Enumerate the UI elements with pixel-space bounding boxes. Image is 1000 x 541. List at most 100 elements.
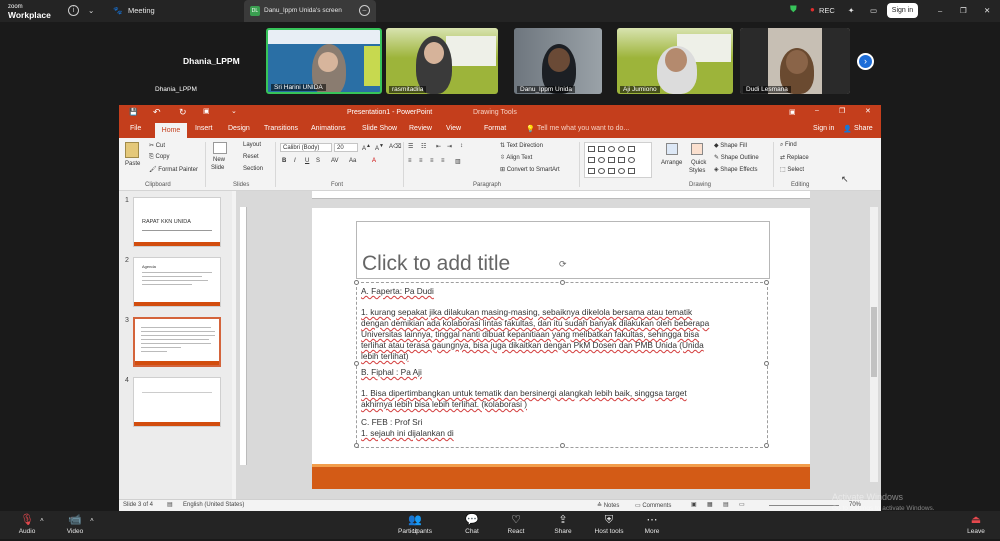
bold-icon[interactable]: B [282, 158, 286, 164]
find-button[interactable]: ⌕ Find [780, 142, 797, 149]
spellcheck-icon[interactable]: ▤ [167, 501, 173, 508]
arrange-icon[interactable] [666, 143, 678, 155]
align-right-icon[interactable]: ≡ [430, 158, 434, 164]
cut-button[interactable]: ✂ Cut [149, 142, 165, 149]
participants-button[interactable]: 👥10 Participants [395, 514, 435, 535]
align-left-icon[interactable]: ≡ [408, 158, 412, 164]
slide-thumbnail-selected[interactable] [133, 317, 221, 367]
columns-icon[interactable]: ▥ [455, 158, 461, 165]
ribbon-display-icon[interactable]: ▣ [789, 108, 796, 116]
stop-view-icon[interactable]: – [359, 5, 370, 16]
align-text-button[interactable]: ⇳ Align Text [500, 154, 532, 161]
decrease-indent-icon[interactable]: ⇤ [436, 143, 441, 150]
tab-slide-show[interactable]: Slide Show [362, 125, 397, 132]
chevron-down-icon[interactable]: ⌄ [88, 6, 94, 15]
magic-icon[interactable]: ✦ [848, 6, 854, 15]
slide-thumbnail[interactable]: RAPAT KKN UNIDA [133, 197, 221, 247]
participant-tile[interactable]: rasmitadila [386, 28, 498, 94]
slide-thumbnail[interactable] [133, 377, 221, 427]
line-spacing-icon[interactable]: ↕ [460, 143, 463, 149]
sign-in-button[interactable]: Sign in [887, 3, 918, 18]
paste-icon[interactable] [125, 142, 139, 158]
ppt-close-icon[interactable]: ✕ [865, 107, 871, 115]
redo-icon[interactable]: ↻ [179, 107, 187, 118]
shield-icon[interactable]: ⛊ [790, 4, 797, 15]
change-case-icon[interactable]: Aa [349, 158, 356, 164]
content-textbox[interactable]: A. Faperta: Pa Dudi 1. kurang sepakat ji… [354, 280, 769, 448]
rec-label[interactable]: REC [819, 6, 835, 15]
new-slide-label-1[interactable]: New [213, 157, 225, 163]
leave-button[interactable]: ⏏ Leave [963, 514, 989, 535]
ppt-restore-icon[interactable]: ❐ [839, 107, 845, 115]
chat-button[interactable]: 💬 Chat [460, 514, 484, 535]
replace-button[interactable]: ⇄ Replace [780, 154, 809, 161]
ppt-minimize-icon[interactable]: – [815, 107, 819, 114]
participant-tile[interactable]: Danu_lppm Unida [514, 28, 602, 94]
video-button[interactable]: 📹 Video [62, 514, 88, 535]
info-icon[interactable]: i [68, 5, 79, 16]
language-label[interactable]: English (United States) [183, 502, 244, 508]
react-button[interactable]: ♡ React [503, 514, 529, 535]
slide-thumbnail[interactable]: Agenda [133, 257, 221, 307]
shape-outline-button[interactable]: ✎ Shape Outline [714, 154, 759, 161]
notes-button[interactable]: ≙ Notes [597, 502, 619, 509]
copy-button[interactable]: ⎘ Copy [149, 154, 170, 161]
next-page-chevron-icon[interactable]: › [857, 53, 874, 70]
tab-review[interactable]: Review [409, 125, 432, 132]
audio-options-chevron-icon[interactable]: ˄ [40, 517, 44, 524]
numbering-icon[interactable]: ☷ [421, 143, 426, 150]
strikethrough-icon[interactable]: S [316, 158, 320, 164]
tab-file[interactable]: File [130, 125, 141, 132]
shrink-font-icon[interactable]: A▼ [375, 143, 384, 152]
arrange-button[interactable]: Arrange [661, 160, 682, 166]
window-icon[interactable]: ▭ [870, 6, 877, 15]
char-spacing-icon[interactable]: AV [331, 158, 339, 164]
quick-styles-label-2[interactable]: Styles [689, 168, 705, 174]
tab-view[interactable]: View [446, 125, 461, 132]
underline-icon[interactable]: U [305, 158, 309, 164]
convert-smartart-button[interactable]: ⊞ Convert to SmartArt [500, 166, 560, 173]
meeting-label[interactable]: Meeting [128, 6, 155, 15]
shape-fill-button[interactable]: ◆ Shape Fill [714, 142, 747, 149]
shapes-gallery[interactable] [584, 142, 652, 178]
qat-dropdown-icon[interactable]: ⌄ [231, 107, 237, 115]
reading-view-icon[interactable]: ▤ [723, 501, 729, 508]
font-color-icon[interactable]: A [372, 158, 376, 164]
clear-format-icon[interactable]: A⌫ [389, 143, 402, 150]
comments-button[interactable]: ▭ Comments [635, 502, 671, 509]
close-icon[interactable]: ✕ [984, 6, 990, 15]
reset-button[interactable]: Reset [243, 154, 259, 160]
italic-icon[interactable]: I [294, 158, 296, 164]
layout-button[interactable]: Layout [243, 142, 261, 148]
more-button[interactable]: ⋯ More [640, 514, 664, 535]
zoom-slider[interactable] [769, 505, 839, 506]
screen-share-tab[interactable]: DL Danu_lppm Unida's screen – [244, 0, 376, 22]
new-slide-icon[interactable] [213, 142, 227, 154]
title-placeholder-text[interactable]: Click to add title [362, 252, 510, 276]
shape-effects-button[interactable]: ◈ Shape Effects [714, 166, 758, 173]
text-direction-button[interactable]: ⇅ Text Direction [500, 142, 543, 149]
save-icon[interactable]: 💾 [129, 108, 138, 116]
grow-font-icon[interactable]: A▲ [362, 143, 371, 152]
new-slide-label-2[interactable]: Slide [211, 165, 224, 171]
participant-tile[interactable]: Dudi Lesmana [740, 28, 850, 94]
start-from-beginning-icon[interactable]: ▣ [203, 107, 210, 115]
minimize-icon[interactable]: – [938, 6, 942, 15]
quick-styles-label-1[interactable]: Quick [691, 160, 706, 166]
increase-indent-icon[interactable]: ⇥ [447, 143, 452, 150]
video-options-chevron-icon[interactable]: ˄ [90, 517, 94, 524]
undo-icon[interactable]: ↶ [153, 107, 161, 118]
share-screen-button[interactable]: ⇪ Share [550, 514, 576, 535]
justify-icon[interactable]: ≡ [441, 158, 445, 164]
rotate-handle-icon[interactable]: ⟳ [559, 259, 567, 270]
font-name-select[interactable]: Calibri (Body) [280, 143, 332, 152]
tab-home[interactable]: Home [155, 123, 187, 138]
tab-insert[interactable]: Insert [195, 125, 213, 132]
title-placeholder[interactable]: Click to add title ⟳ [356, 221, 770, 279]
share-link[interactable]: Share [854, 125, 873, 132]
restore-icon[interactable]: ❐ [960, 6, 967, 15]
format-painter-button[interactable]: 🖌 Format Painter [149, 166, 198, 173]
sorter-view-icon[interactable]: ▦ [707, 501, 713, 508]
host-tools-button[interactable]: ⛨ Host tools [592, 514, 626, 535]
audio-button[interactable]: 🎙 Audio [14, 514, 40, 535]
